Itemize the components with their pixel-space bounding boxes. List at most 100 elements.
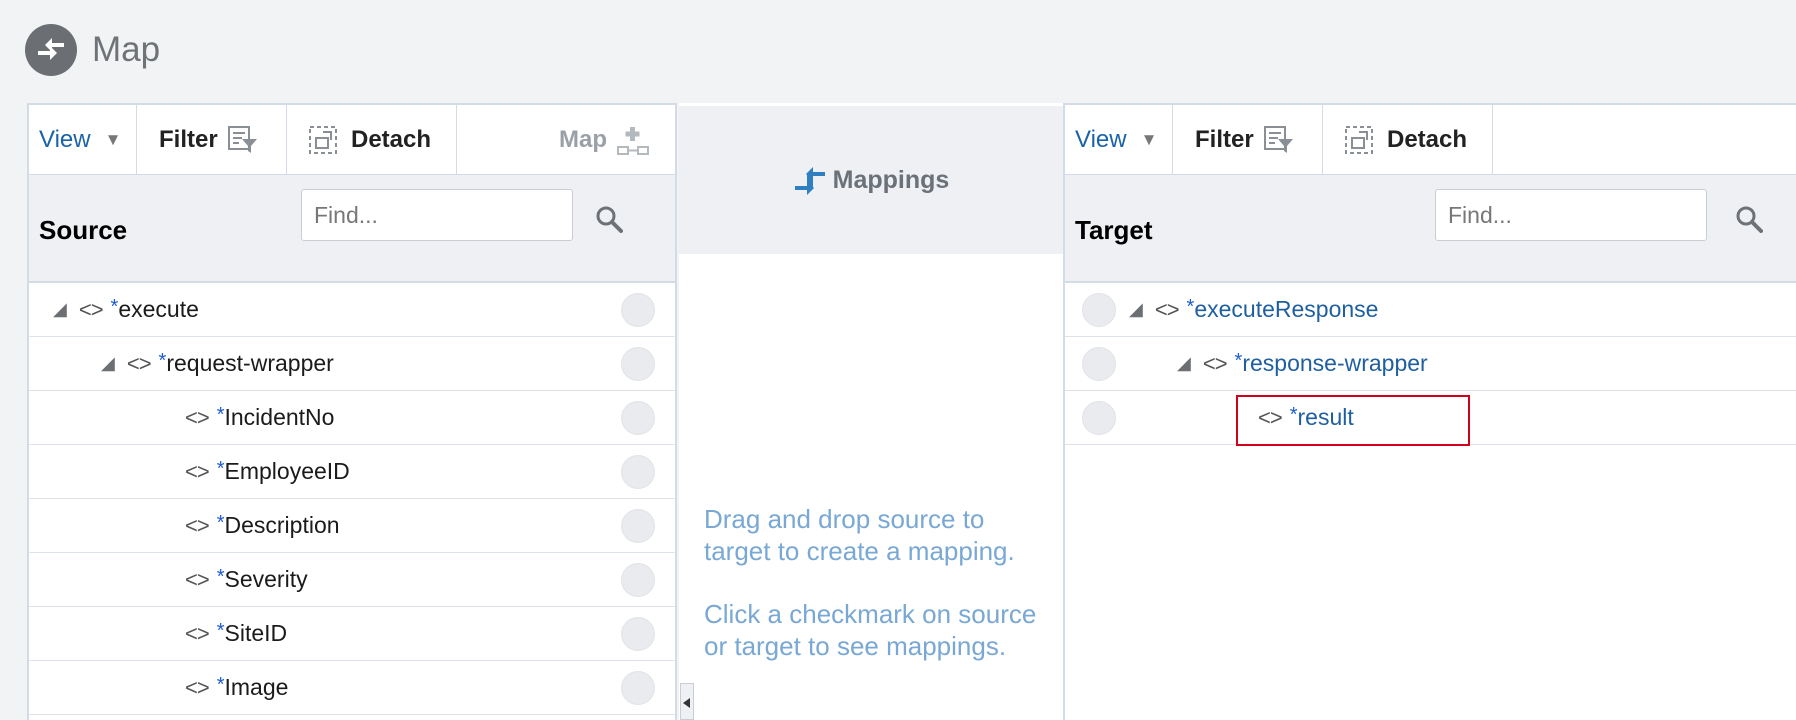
element-icon: <> [185,512,210,538]
required-marker: * [110,296,119,318]
collapse-splitter[interactable] [680,683,694,720]
node-label: execute [118,296,199,322]
source-tree: ◢ <> * execute ◢ <> * request-wrapper <>… [29,283,675,715]
target-title: Target [1075,215,1153,245]
view-label: View [39,125,91,153]
element-icon: <> [126,350,152,376]
tree-row[interactable]: ◢ <> * execute [29,283,675,337]
source-filter-button[interactable]: Filter [137,105,287,174]
map-arrows-icon [25,24,77,76]
target-find-input[interactable] [1435,189,1707,241]
mapping-status-icon[interactable] [1082,400,1116,435]
tree-row[interactable]: <> * Image [29,661,675,715]
expand-triangle-icon[interactable]: ◢ [101,353,115,374]
mapping-status-icon[interactable] [621,454,655,489]
node-label: executeResponse [1194,296,1379,322]
mapping-status-icon[interactable] [1082,292,1116,327]
detach-icon [309,125,337,154]
expand-triangle-icon[interactable]: ◢ [53,299,67,320]
tree-row[interactable]: <> * Description [29,499,675,553]
node-label: Description [224,512,340,538]
tree-row[interactable]: <> * Severity [29,553,675,607]
page-header: Map [25,24,160,76]
collapse-left-icon [683,698,690,708]
required-marker: * [216,566,225,588]
tree-row[interactable]: ◢ <> * response-wrapper [1065,337,1796,391]
node-label: IncidentNo [224,404,335,430]
mapping-status-icon[interactable] [621,616,655,651]
caret-down-icon: ▼ [1140,129,1158,149]
filter-icon [1263,125,1293,153]
required-marker: * [216,512,225,534]
filter-label: Filter [1195,125,1254,153]
required-marker: * [216,620,225,642]
mappings-icon [794,167,825,195]
result-highlight-box [1236,395,1470,446]
tree-row[interactable]: <> * EmployeeID [29,445,675,499]
mappings-help-drag: Drag and drop source to target to create… [704,504,1015,566]
element-icon: <> [1202,350,1228,376]
required-marker: * [216,458,225,480]
node-label: request-wrapper [166,350,334,376]
expand-triangle-icon[interactable]: ◢ [1177,353,1191,374]
element-icon: <> [185,404,210,430]
tree-row[interactable]: <> * IncidentNo [29,391,675,445]
source-find-input[interactable] [301,189,573,241]
filter-label: Filter [159,125,218,153]
search-icon[interactable] [595,205,623,233]
target-view-menu[interactable]: View ▼ [1065,105,1173,174]
mappings-title: Mappings [832,165,950,194]
filter-icon [227,125,257,153]
expand-triangle-icon[interactable]: ◢ [1129,299,1143,320]
mapping-status-icon[interactable] [621,670,655,705]
element-icon: <> [185,566,210,592]
tree-row[interactable]: <> * SiteID [29,607,675,661]
node-label: Image [224,674,289,700]
map-button[interactable]: Map [457,105,675,174]
mappings-panel: Mappings Drag and drop source to target … [679,103,1063,720]
source-title: Source [39,215,128,245]
caret-down-icon: ▼ [104,129,122,149]
mappings-help-checkmark: Click a checkmark on source or target to… [704,599,1037,661]
node-label: EmployeeID [224,458,350,484]
element-icon: <> [185,620,210,646]
required-marker: * [216,404,225,426]
mapping-status-icon[interactable] [621,562,655,597]
tree-row[interactable]: ◢ <> * request-wrapper [29,337,675,391]
source-header: Source [29,175,675,283]
node-label: SiteID [224,620,288,646]
mapping-status-icon[interactable] [621,292,655,327]
view-label: View [1075,125,1127,153]
source-detach-button[interactable]: Detach [287,105,457,174]
mappings-header: Mappings [679,106,1063,254]
target-toolbar: View ▼ Filter Detach [1065,105,1796,175]
source-view-menu[interactable]: View ▼ [29,105,137,174]
required-marker: * [158,350,167,372]
element-icon: <> [185,458,210,484]
mapping-status-icon[interactable] [1082,346,1116,381]
mapping-status-icon[interactable] [621,400,655,435]
required-marker: * [216,674,225,696]
target-detach-button[interactable]: Detach [1323,105,1493,174]
node-label: response-wrapper [1242,350,1428,376]
source-toolbar: View ▼ Filter Detach Map [29,105,675,175]
map-label: Map [559,125,607,153]
mapping-status-icon[interactable] [621,346,655,381]
target-filter-button[interactable]: Filter [1173,105,1323,174]
tree-row[interactable]: ◢ <> * executeResponse [1065,283,1796,337]
map-add-icon [617,126,649,155]
target-header: Target [1065,175,1796,283]
element-icon: <> [1154,296,1180,322]
detach-label: Detach [351,125,432,153]
element-icon: <> [78,296,104,322]
page-title: Map [92,30,161,69]
detach-label: Detach [1387,125,1468,153]
node-label: Severity [224,566,308,592]
search-icon[interactable] [1735,205,1763,233]
detach-icon [1345,125,1373,154]
source-panel: View ▼ Filter Detach Map Source Find... … [27,103,677,720]
required-marker: * [1234,350,1243,372]
element-icon: <> [185,674,210,700]
required-marker: * [1186,296,1195,318]
mapping-status-icon[interactable] [621,508,655,543]
